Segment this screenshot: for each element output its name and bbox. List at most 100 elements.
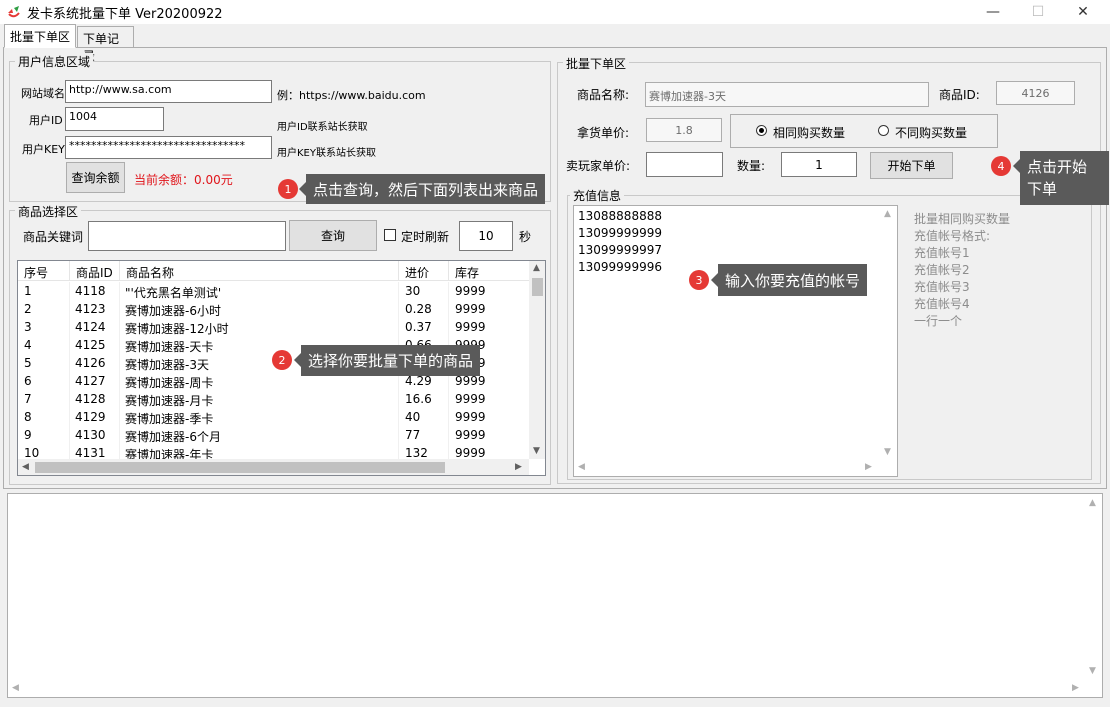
domain-input[interactable]: http://www.sa.com xyxy=(65,80,272,103)
tab-batch-order[interactable]: 批量下单区 xyxy=(4,24,76,48)
tab-order-records[interactable]: 下单记录 xyxy=(77,26,134,63)
scroll-down-arrow-icon[interactable]: ▼ xyxy=(533,446,540,456)
table-row[interactable]: 2 4123 赛博加速器-6小时 0.28 9999 xyxy=(18,300,530,318)
sell-price-input[interactable] xyxy=(646,152,723,177)
recharge-vertical-scrollbar[interactable]: ▲ ▼ xyxy=(880,206,897,460)
annotation-tooltip-2: 选择你要批量下单的商品 xyxy=(301,345,481,376)
col-header-no[interactable]: 序号 xyxy=(18,261,70,281)
cell-id: 4128 xyxy=(75,392,106,406)
query-balance-button[interactable]: 查询余额 xyxy=(66,162,125,193)
cell-id: 4126 xyxy=(75,356,106,370)
cell-name: 赛博加速器-周卡 xyxy=(125,376,214,390)
quantity-input[interactable]: 1 xyxy=(781,152,857,177)
hint-line: 充值帐号4 xyxy=(914,297,970,311)
recharge-account-line: 13088888888 xyxy=(578,209,662,223)
cell-stock: 9999 xyxy=(455,284,486,298)
cell-stock: 9999 xyxy=(455,446,486,460)
app-logo-icon xyxy=(8,6,20,18)
cell-id: 4123 xyxy=(75,302,106,316)
cell-no: 4 xyxy=(24,338,32,352)
scroll-left-arrow-icon[interactable]: ◀ xyxy=(22,462,29,472)
scroll-up-arrow-icon[interactable]: ▲ xyxy=(533,263,540,273)
cell-name: 赛博加速器-月卡 xyxy=(125,394,214,408)
col-header-id[interactable]: 商品ID xyxy=(70,261,120,281)
cell-no: 6 xyxy=(24,374,32,388)
hint-line: 充值帐号2 xyxy=(914,263,970,277)
cell-no: 3 xyxy=(24,320,32,334)
cell-name: 赛博加速器-天卡 xyxy=(125,340,214,354)
cell-id: 4129 xyxy=(75,410,106,424)
cell-price: 132 xyxy=(405,446,428,460)
close-button[interactable]: ✕ xyxy=(1060,0,1106,24)
cell-price: 16.6 xyxy=(405,392,432,406)
hint-line: 充值帐号3 xyxy=(914,280,970,294)
timer-refresh-label: 定时刷新 xyxy=(401,230,450,244)
scroll-right-arrow-icon[interactable]: ▶ xyxy=(865,462,872,472)
recharge-accounts-textarea[interactable]: 13088888888 13099999999 13099999997 1309999… xyxy=(573,205,898,477)
minimize-button[interactable]: — xyxy=(970,0,1016,24)
annotation-pointer xyxy=(1013,159,1020,173)
radio-different-quantity[interactable] xyxy=(878,125,889,136)
table-row[interactable]: 7 4128 赛博加速器-月卡 16.6 9999 xyxy=(18,390,530,408)
list-vertical-scrollbar[interactable]: ▲ ▼ xyxy=(529,261,545,459)
product-id-label: 商品ID: xyxy=(939,88,980,102)
scroll-down-arrow-icon[interactable]: ▼ xyxy=(884,447,891,457)
seconds-label: 秒 xyxy=(519,230,532,244)
scroll-up-arrow-icon[interactable]: ▲ xyxy=(884,209,891,219)
col-header-stock[interactable]: 库存 xyxy=(449,261,530,281)
balance-text: 当前余额：0.00元 xyxy=(134,173,233,187)
table-row[interactable]: 1 4118 "'代充黑名单测试' 30 9999 xyxy=(18,282,530,300)
recharge-account-line: 13099999997 xyxy=(578,243,662,257)
timer-seconds-input[interactable]: 10 xyxy=(459,221,513,251)
cost-price-field[interactable]: 1.8 xyxy=(646,118,722,142)
scroll-left-arrow-icon[interactable]: ◀ xyxy=(12,683,19,693)
table-row[interactable]: 9 4130 赛博加速器-6个月 77 9999 xyxy=(18,426,530,444)
cell-no: 8 xyxy=(24,410,32,424)
timer-refresh-checkbox[interactable] xyxy=(384,229,396,241)
query-button[interactable]: 查询 xyxy=(289,220,377,251)
scroll-up-arrow-icon[interactable]: ▲ xyxy=(1089,498,1096,508)
log-vertical-scrollbar[interactable]: ▲ ▼ xyxy=(1085,494,1102,680)
cell-no: 5 xyxy=(24,356,32,370)
keyword-input[interactable] xyxy=(88,221,286,251)
product-name-field[interactable]: 赛博加速器-3天 xyxy=(645,82,929,107)
cell-name: 赛博加速器-6个月 xyxy=(125,430,221,444)
user-info-group-title: 用户信息区域 xyxy=(15,53,94,70)
col-header-price[interactable]: 进价 xyxy=(399,261,449,281)
scroll-right-arrow-icon[interactable]: ▶ xyxy=(515,462,522,472)
cell-name: 赛博加速器-12小时 xyxy=(125,322,229,336)
cell-no: 1 xyxy=(24,284,32,298)
hscroll-thumb[interactable] xyxy=(35,462,445,473)
cell-price: 77 xyxy=(405,428,421,442)
log-output-area[interactable]: ▲ ▼ ◀ ▶ xyxy=(7,493,1103,698)
scroll-down-arrow-icon[interactable]: ▼ xyxy=(1089,666,1096,676)
domain-example: 例：https://www.baidu.com xyxy=(277,89,426,102)
scroll-right-arrow-icon[interactable]: ▶ xyxy=(1072,683,1079,693)
table-row[interactable]: 3 4124 赛博加速器-12小时 0.37 9999 xyxy=(18,318,530,336)
user-id-input[interactable]: 1004 xyxy=(65,107,164,131)
annotation-pointer xyxy=(294,353,301,367)
table-row[interactable]: 8 4129 赛博加速器-季卡 40 9999 xyxy=(18,408,530,426)
radio-same-quantity-label: 相同购买数量 xyxy=(773,126,846,140)
start-order-button[interactable]: 开始下单 xyxy=(870,152,953,179)
annotation-pointer xyxy=(299,182,306,196)
recharge-group-title: 充值信息 xyxy=(570,187,625,204)
cell-stock: 9999 xyxy=(455,374,486,388)
scroll-left-arrow-icon[interactable]: ◀ xyxy=(578,462,585,472)
recharge-horizontal-scrollbar[interactable]: ◀ ▶ xyxy=(574,459,880,476)
quantity-label: 数量: xyxy=(737,159,766,173)
hint-line: 充值帐号1 xyxy=(914,246,970,260)
maximize-button[interactable]: ☐ xyxy=(1015,0,1061,24)
radio-same-quantity[interactable] xyxy=(756,125,767,136)
scroll-thumb[interactable] xyxy=(532,278,543,296)
cell-id: 4118 xyxy=(75,284,106,298)
product-name-label: 商品名称: xyxy=(577,88,630,102)
cell-stock: 9999 xyxy=(455,428,486,442)
list-horizontal-scrollbar[interactable]: ◀ ▶ xyxy=(18,459,529,475)
product-id-field[interactable]: 4126 xyxy=(996,81,1075,105)
user-id-label: 用户ID xyxy=(29,114,63,127)
cell-price: 4.29 xyxy=(405,374,432,388)
log-horizontal-scrollbar[interactable]: ◀ ▶ xyxy=(8,680,1086,697)
col-header-name[interactable]: 商品名称 xyxy=(120,261,399,281)
user-key-input[interactable]: ******************************** xyxy=(65,136,272,159)
